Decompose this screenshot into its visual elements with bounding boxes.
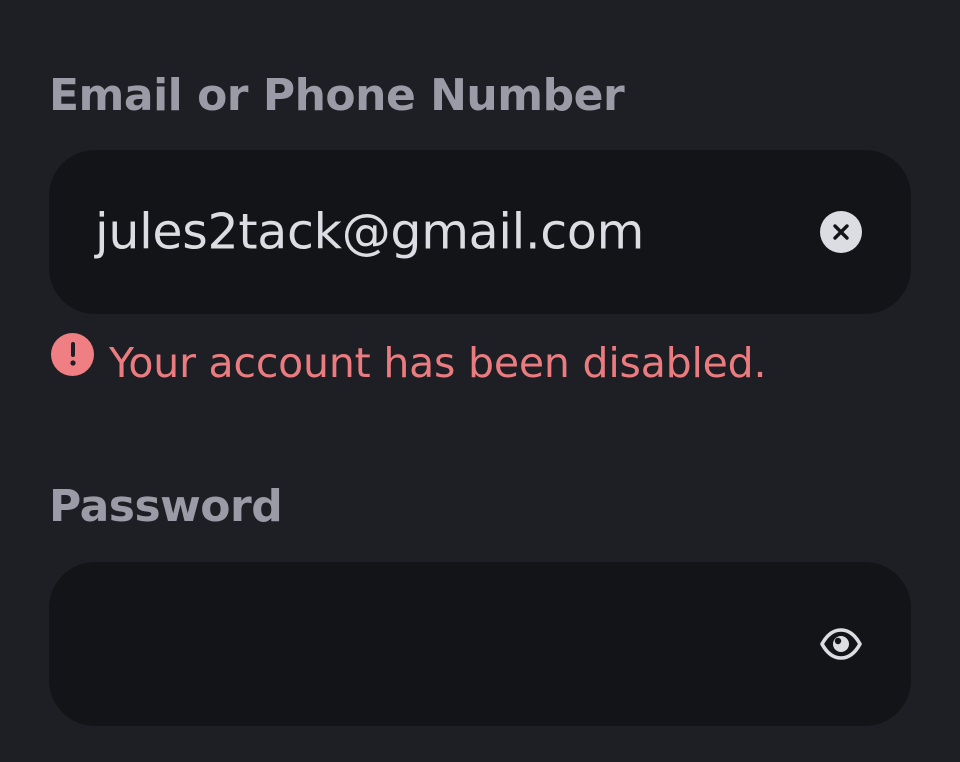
email-field-value: jules2tack@gmail.com — [95, 203, 645, 261]
email-field[interactable]: jules2tack@gmail.com — [49, 150, 911, 314]
email-field-label: Email or Phone Number — [49, 70, 625, 121]
error-message: Your account has been disabled. — [51, 332, 767, 387]
error-text: Your account has been disabled. — [109, 338, 767, 387]
login-form: Email or Phone Number jules2tack@gmail.c… — [0, 0, 960, 762]
password-field-label: Password — [49, 481, 283, 532]
eye-icon[interactable] — [819, 626, 863, 662]
exclamation-circle-icon — [51, 332, 94, 376]
clear-icon[interactable] — [820, 211, 862, 253]
password-field[interactable] — [49, 562, 911, 726]
